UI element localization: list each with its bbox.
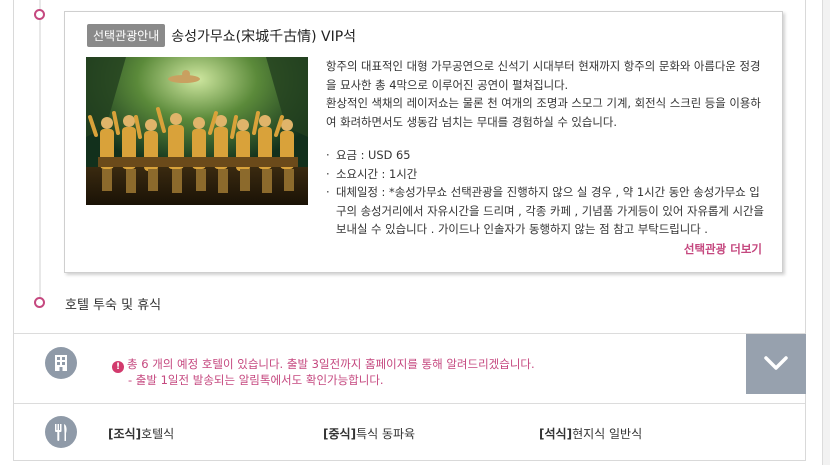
dinner-value: 현지식 일반식 (572, 427, 643, 441)
meal-lunch: [중식]특식 동파육 (323, 425, 415, 442)
card-header: 선택관광안내 송성가무쇼(宋城千古情) VIP석 (87, 24, 356, 47)
notice-line: - 출발 1일전 발송되는 알림톡에서도 확인가능합니다. (128, 373, 384, 387)
info-alternative-schedule: 대체일정 : *송성가무쇼 선택관광을 진행하지 않으 실 경우 , 약 1시간… (326, 183, 766, 239)
breakfast-tag: [조식] (108, 427, 142, 441)
card-title: 송성가무쇼(宋城千古情) VIP석 (171, 28, 357, 45)
hotel-notice-row: ! 총 6 개의 예정 호텔이 있습니다. 출발 3일전까지 홈페이지를 통해 알… (14, 333, 806, 403)
meal-row: [조식]호텔식 [중식]특식 동파육 [석식]현지식 일반식 (14, 403, 805, 461)
more-optional-tours-link[interactable]: 선택관광 더보기 (684, 241, 762, 257)
meal-breakfast: [조식]호텔식 (108, 425, 174, 442)
dinner-tag: [석식] (539, 427, 573, 441)
tour-info-list: 요금 : USD 65 소요시간 : 1시간 대체일정 : *송성가무쇼 선택관… (326, 146, 766, 239)
timeline-line (39, 0, 41, 300)
description-paragraph: 항주의 대표적인 대형 가무공연으로 신석기 시대부터 현재까지 항주의 문화와… (326, 59, 761, 92)
timeline-dot (34, 297, 45, 308)
breakfast-value: 호텔식 (141, 427, 175, 441)
show-photo-image (86, 57, 308, 205)
optional-tour-badge: 선택관광안내 (87, 24, 166, 47)
building-icon (45, 347, 77, 379)
info-price: 요금 : USD 65 (326, 146, 766, 165)
chevron-down-icon (764, 356, 788, 370)
notice-line: 총 6 개의 예정 호텔이 있습니다. 출발 3일전까지 홈페이지를 통해 알려… (127, 357, 535, 371)
tour-description: 항주의 대표적인 대형 가무공연으로 신석기 시대부터 현재까지 항주의 문화와… (326, 57, 766, 131)
fork-knife-icon (45, 416, 77, 448)
hotel-notice-text: ! 총 6 개의 예정 호텔이 있습니다. 출발 3일전까지 홈페이지를 통해 알… (112, 357, 535, 389)
expand-hotels-button[interactable] (746, 334, 806, 394)
meal-dinner: [석식]현지식 일반식 (539, 425, 642, 442)
info-duration: 소요시간 : 1시간 (326, 165, 766, 184)
show-photo (86, 57, 308, 205)
lunch-value: 특식 동파육 (356, 427, 416, 441)
optional-tour-card: 선택관광안내 송성가무쇼(宋城千古情) VIP석 항주의 대표적인 대형 가무공… (64, 11, 783, 273)
alert-icon: ! (112, 361, 124, 373)
description-paragraph: 환상적인 색채의 레이저쇼는 물론 천 여개의 조명과 스모그 기계, 회전식 … (326, 96, 761, 129)
hotel-stay-label: 호텔 투숙 및 휴식 (65, 298, 162, 313)
lunch-tag: [중식] (323, 427, 357, 441)
scrollbar-track[interactable] (822, 0, 830, 465)
timeline-dot (34, 9, 45, 20)
